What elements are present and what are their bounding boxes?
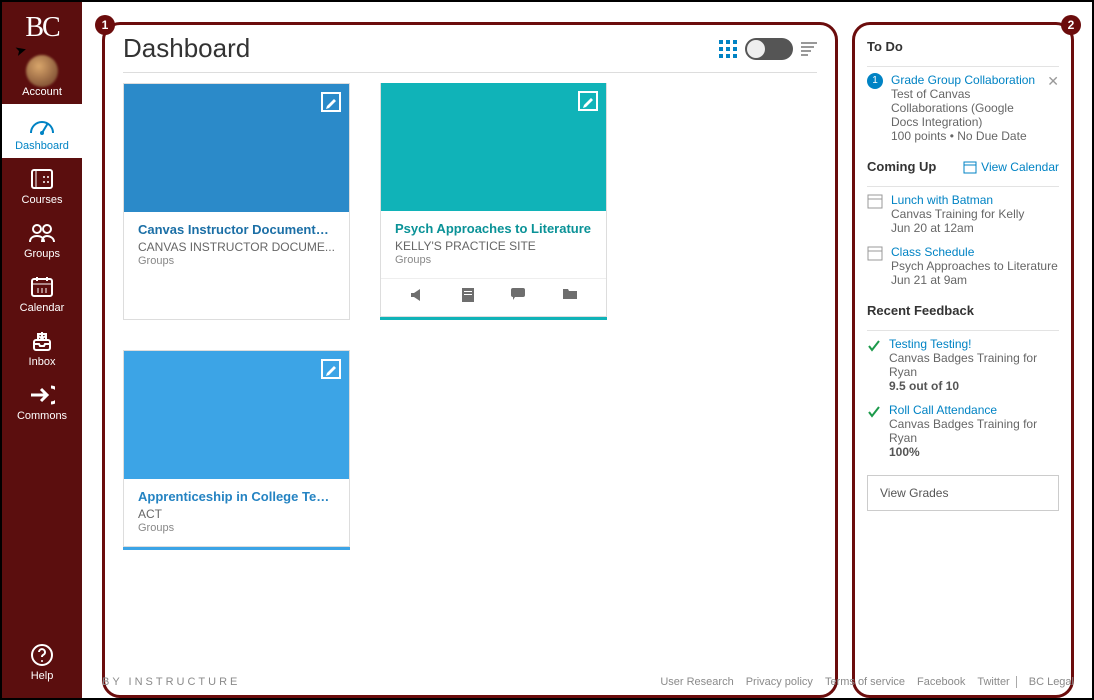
nav-calendar[interactable]: Calendar bbox=[2, 266, 82, 320]
dashboard-icon bbox=[2, 112, 82, 138]
course-title: Canvas Instructor Documentatio... bbox=[138, 222, 335, 237]
footer-brand: By Instructure bbox=[102, 676, 240, 688]
coming-item[interactable]: Class Schedule Psych Approaches to Liter… bbox=[867, 245, 1059, 287]
avatar bbox=[26, 55, 58, 87]
view-grades-button[interactable]: View Grades bbox=[867, 475, 1059, 511]
course-sub: Groups bbox=[395, 254, 592, 266]
todo-desc: Test of Canvas Collaborations (Google Do… bbox=[891, 87, 1039, 129]
nav-dashboard-label: Dashboard bbox=[2, 140, 82, 152]
course-title: Psych Approaches to Literature bbox=[395, 221, 592, 236]
coming-item[interactable]: Lunch with Batman Canvas Training for Ke… bbox=[867, 193, 1059, 235]
page-title: Dashboard bbox=[123, 33, 250, 64]
list-view-icon[interactable] bbox=[801, 42, 817, 56]
footer-link[interactable]: Facebook bbox=[917, 676, 965, 688]
course-card[interactable]: Canvas Instructor Documentatio... CANVAS… bbox=[123, 83, 350, 320]
check-icon bbox=[867, 405, 881, 419]
todo-item[interactable]: 1 Grade Group Collaboration Test of Canv… bbox=[867, 73, 1059, 143]
calendar-icon bbox=[2, 274, 82, 300]
global-nav: BC Account Dashboard Courses Groups Cale… bbox=[2, 2, 82, 698]
nav-account[interactable]: Account bbox=[2, 50, 82, 104]
edit-course-icon[interactable] bbox=[321, 92, 341, 112]
logo: BC bbox=[25, 2, 58, 50]
nav-commons[interactable]: Commons bbox=[2, 374, 82, 428]
course-card[interactable]: Psych Approaches to Literature KELLY'S P… bbox=[380, 83, 607, 317]
calendar-small-icon bbox=[867, 193, 883, 209]
feedback-heading: Recent Feedback bbox=[867, 303, 1059, 318]
edit-course-icon[interactable] bbox=[578, 91, 598, 111]
todo-link[interactable]: Grade Group Collaboration bbox=[891, 73, 1039, 87]
footer-link[interactable]: Terms of service bbox=[825, 676, 905, 688]
check-icon bbox=[867, 339, 881, 353]
nav-help[interactable]: Help bbox=[2, 634, 82, 688]
feedback-item[interactable]: Testing Testing! Canvas Badges Training … bbox=[867, 337, 1059, 393]
nav-groups-label: Groups bbox=[2, 248, 82, 260]
footer-link[interactable]: BC Legal bbox=[1029, 676, 1074, 688]
discussions-icon[interactable] bbox=[510, 287, 526, 308]
nav-account-label: Account bbox=[2, 86, 82, 98]
nav-courses-label: Courses bbox=[2, 194, 82, 206]
todo-count-badge: 1 bbox=[867, 73, 883, 89]
course-sub: Groups bbox=[138, 522, 335, 534]
courses-icon bbox=[2, 166, 82, 192]
todo-meta: 100 points • No Due Date bbox=[891, 129, 1039, 143]
grid-view-icon[interactable] bbox=[719, 40, 737, 58]
calendar-small-icon bbox=[867, 245, 883, 261]
footer-link[interactable]: User Research bbox=[660, 676, 733, 688]
footer: By Instructure User Research Privacy pol… bbox=[102, 676, 1074, 688]
nav-inbox[interactable]: Inbox bbox=[2, 320, 82, 374]
announcements-icon[interactable] bbox=[409, 287, 425, 308]
nav-dashboard[interactable]: Dashboard bbox=[2, 104, 82, 158]
assignments-icon[interactable] bbox=[461, 287, 475, 308]
nav-help-label: Help bbox=[2, 670, 82, 682]
feedback-item[interactable]: Roll Call Attendance Canvas Badges Train… bbox=[867, 403, 1059, 459]
view-calendar-link[interactable]: View Calendar bbox=[963, 160, 1059, 174]
course-title: Apprenticeship in College Teachi... bbox=[138, 489, 335, 504]
nav-calendar-label: Calendar bbox=[2, 302, 82, 314]
course-code: CANVAS INSTRUCTOR DOCUME... bbox=[138, 240, 335, 254]
groups-icon bbox=[2, 220, 82, 246]
footer-link[interactable]: Twitter bbox=[977, 676, 1016, 688]
commons-icon bbox=[2, 382, 82, 408]
inbox-icon bbox=[2, 328, 82, 354]
nav-commons-label: Commons bbox=[2, 410, 82, 422]
annotation-badge-2: 2 bbox=[1061, 15, 1081, 35]
nav-inbox-label: Inbox bbox=[2, 356, 82, 368]
course-card[interactable]: Apprenticeship in College Teachi... ACT … bbox=[123, 350, 350, 547]
calendar-small-icon bbox=[963, 160, 977, 174]
coming-heading: Coming Up bbox=[867, 159, 936, 174]
nav-courses[interactable]: Courses bbox=[2, 158, 82, 212]
footer-link[interactable]: Privacy policy bbox=[746, 676, 813, 688]
course-sub: Groups bbox=[138, 255, 335, 267]
files-icon[interactable] bbox=[562, 287, 578, 308]
close-icon[interactable]: ✕ bbox=[1047, 73, 1059, 143]
annotation-badge-1: 1 bbox=[95, 15, 115, 35]
edit-course-icon[interactable] bbox=[321, 359, 341, 379]
nav-groups[interactable]: Groups bbox=[2, 212, 82, 266]
sidebar-panel: 2 To Do 1 Grade Group Collaboration Test… bbox=[852, 22, 1074, 698]
view-toggle-switch[interactable] bbox=[745, 38, 793, 60]
dashboard-panel: 1 Dashboard Canvas bbox=[102, 22, 838, 698]
course-code: KELLY'S PRACTICE SITE bbox=[395, 239, 592, 253]
help-icon bbox=[2, 642, 82, 668]
todo-heading: To Do bbox=[867, 39, 1059, 54]
course-code: ACT bbox=[138, 507, 335, 521]
